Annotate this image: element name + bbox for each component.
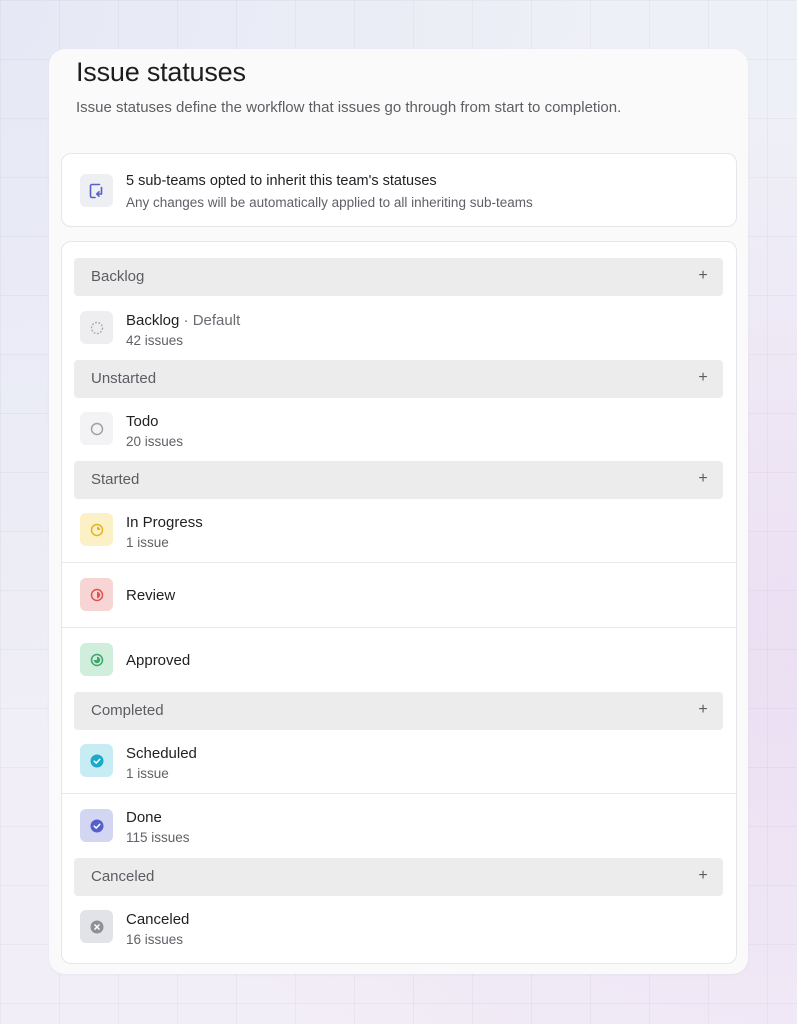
status-row-review[interactable]: Review xyxy=(62,562,736,627)
status-name-review: Review xyxy=(126,587,176,604)
three-quarter-circle-icon xyxy=(80,643,113,676)
status-name-canceled: Canceled xyxy=(126,911,190,928)
status-row-approved[interactable]: Approved xyxy=(62,627,736,692)
status-row-in-progress[interactable]: In Progress 1 issue xyxy=(62,498,736,562)
status-count-scheduled: 1 issue xyxy=(126,766,169,781)
add-status-canceled-button[interactable]: + xyxy=(695,866,711,886)
status-row-canceled[interactable]: Canceled 16 issues xyxy=(62,895,736,959)
dashed-circle-icon xyxy=(80,311,113,344)
group-label-canceled: Canceled xyxy=(91,868,155,885)
status-count-done: 115 issues xyxy=(126,830,190,845)
status-name-backlog: Backlog · Default xyxy=(126,312,240,329)
x-circle-icon xyxy=(80,910,113,943)
group-label-completed: Completed xyxy=(91,702,164,719)
status-count-todo: 20 issues xyxy=(126,434,184,449)
check-circle-icon xyxy=(80,809,113,842)
group-header-unstarted: Unstarted + xyxy=(74,360,723,398)
group-header-backlog: Backlog + xyxy=(74,258,723,296)
group-header-started: Started + xyxy=(74,461,723,499)
inherit-arrow-icon xyxy=(80,174,113,207)
inheritance-subtitle: Any changes will be automatically applie… xyxy=(126,195,533,210)
status-row-done[interactable]: Done 115 issues xyxy=(62,793,736,858)
status-list: Backlog + Backlog · Default 42 issues Un… xyxy=(61,241,737,964)
half-circle-icon xyxy=(80,578,113,611)
group-header-canceled: Canceled + xyxy=(74,858,723,896)
page-subtitle: Issue statuses define the workflow that … xyxy=(76,99,622,116)
page-title: Issue statuses xyxy=(76,57,246,87)
inheritance-notice: 5 sub-teams opted to inherit this team's… xyxy=(61,153,737,227)
status-name-in-progress: In Progress xyxy=(126,514,203,531)
group-label-backlog: Backlog xyxy=(91,268,145,285)
check-circle-icon xyxy=(80,744,113,777)
group-label-started: Started xyxy=(91,471,140,488)
progress-circle-icon xyxy=(80,513,113,546)
status-name-backlog-text: Backlog xyxy=(126,312,180,329)
status-name-scheduled: Scheduled xyxy=(126,745,197,762)
inheritance-title: 5 sub-teams opted to inherit this team's… xyxy=(126,173,437,189)
status-count-in-progress: 1 issue xyxy=(126,535,169,550)
default-tag: · Default xyxy=(179,312,241,329)
add-status-completed-button[interactable]: + xyxy=(695,700,711,720)
add-status-unstarted-button[interactable]: + xyxy=(695,368,711,388)
group-header-completed: Completed + xyxy=(74,692,723,730)
status-row-backlog[interactable]: Backlog · Default 42 issues xyxy=(62,296,736,360)
status-row-scheduled[interactable]: Scheduled 1 issue xyxy=(62,729,736,793)
status-count-canceled: 16 issues xyxy=(126,932,184,947)
empty-circle-icon xyxy=(80,412,113,445)
add-status-backlog-button[interactable]: + xyxy=(695,266,711,286)
status-name-done: Done xyxy=(126,809,162,826)
status-row-todo[interactable]: Todo 20 issues xyxy=(62,397,736,461)
issue-statuses-panel: Issue statuses Issue statuses define the… xyxy=(49,49,748,974)
status-name-todo: Todo xyxy=(126,413,159,430)
status-name-approved: Approved xyxy=(126,652,191,669)
add-status-started-button[interactable]: + xyxy=(695,469,711,489)
group-label-unstarted: Unstarted xyxy=(91,370,157,387)
status-count-backlog: 42 issues xyxy=(126,333,184,348)
